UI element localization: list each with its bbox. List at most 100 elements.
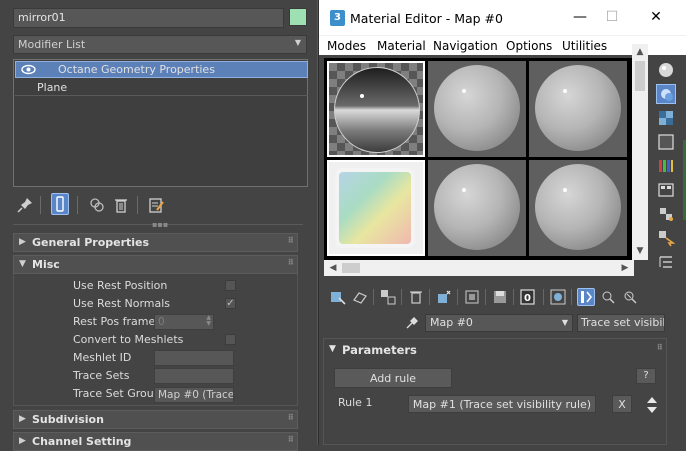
chevron-down-icon: ▼ bbox=[294, 38, 301, 47]
make-unique-icon[interactable] bbox=[87, 195, 107, 215]
background-icon[interactable] bbox=[656, 108, 676, 128]
stack-item-label: Plane bbox=[37, 81, 68, 94]
scroll-left-icon[interactable]: ◀ bbox=[326, 262, 340, 274]
material-map-options-icon[interactable] bbox=[656, 204, 676, 224]
sphere-highlight bbox=[563, 188, 567, 192]
eye-icon[interactable] bbox=[21, 63, 36, 76]
toolbar-separator bbox=[543, 289, 544, 305]
meshlet-id-field[interactable] bbox=[154, 350, 234, 366]
modifier-list-dropdown[interactable]: Modifier List ▼ bbox=[13, 35, 307, 54]
rest-pos-frame-label: Rest Pos frame bbox=[73, 315, 156, 328]
assign-material-icon[interactable] bbox=[379, 288, 397, 306]
spinner-arrows-icon[interactable]: ▲ ▼ bbox=[206, 315, 211, 327]
parameters-rollout: ▼ Parameters ⠿ Add rule ? Rule 1 Map #1 … bbox=[323, 338, 667, 445]
pin-stack-icon[interactable] bbox=[15, 195, 35, 215]
go-forward-to-sibling-icon[interactable] bbox=[621, 288, 639, 306]
select-by-material-icon[interactable] bbox=[656, 228, 676, 248]
trash-icon[interactable] bbox=[111, 195, 131, 215]
trace-set-group-button[interactable]: Map #0 (Trace se bbox=[154, 387, 234, 403]
side-toolbar bbox=[652, 58, 682, 278]
menu-bar: Modes Material Navigation Options Utilit… bbox=[319, 35, 686, 55]
menu-options[interactable]: Options bbox=[506, 39, 552, 53]
scroll-thumb[interactable] bbox=[342, 263, 360, 273]
toolbar-separator bbox=[571, 289, 572, 305]
menu-modes[interactable]: Modes bbox=[327, 39, 366, 53]
scroll-right-icon[interactable]: ▶ bbox=[618, 262, 632, 274]
parameters-rollout-header[interactable]: ▼ Parameters ⠿ bbox=[324, 339, 666, 359]
material-navigator-icon[interactable] bbox=[656, 252, 676, 272]
sample-slot-3[interactable] bbox=[529, 61, 627, 157]
sample-slot-4[interactable] bbox=[327, 160, 425, 256]
reset-map-trash-icon[interactable] bbox=[407, 288, 425, 306]
stack-toolbar bbox=[13, 193, 308, 217]
toolbar-separator bbox=[429, 289, 430, 305]
title-bar[interactable]: 3 Material Editor - Map #0 — ☐ ✕ bbox=[319, 0, 686, 35]
use-rest-normals-checkbox[interactable]: ✓ bbox=[225, 298, 236, 309]
map-type-button[interactable]: Trace set visibility bbox=[577, 314, 665, 332]
minimize-button[interactable]: — bbox=[565, 7, 595, 29]
make-unique-icon[interactable] bbox=[463, 288, 481, 306]
sphere-highlight bbox=[462, 89, 466, 93]
map-preview bbox=[335, 168, 415, 248]
get-material-icon[interactable] bbox=[329, 288, 347, 306]
rule-1-remove-button[interactable]: X bbox=[612, 395, 632, 413]
scroll-up-icon[interactable]: ▲ bbox=[634, 46, 646, 58]
sphere-preview bbox=[535, 164, 621, 250]
video-color-check-icon[interactable] bbox=[656, 156, 676, 176]
sphere-highlight bbox=[462, 188, 466, 192]
menu-utilities[interactable]: Utilities bbox=[562, 39, 607, 53]
slot-horizontal-scrollbar[interactable]: ◀ ▶ bbox=[324, 260, 634, 276]
eyedropper-icon[interactable] bbox=[405, 316, 419, 330]
backlight-icon[interactable] bbox=[656, 84, 676, 104]
put-material-to-scene-icon[interactable] bbox=[351, 288, 369, 306]
help-button[interactable]: ? bbox=[636, 368, 656, 384]
rule-1-map-button[interactable]: Map #1 (Trace set visibility rule) bbox=[408, 395, 596, 413]
convert-to-meshlets-checkbox[interactable] bbox=[225, 334, 236, 345]
rollout-title: Parameters bbox=[342, 343, 417, 357]
material-id-channel-icon[interactable]: 0 bbox=[519, 288, 537, 306]
object-name-field[interactable]: mirror01 bbox=[13, 8, 284, 28]
rest-pos-frame-spinner[interactable]: 0 ▲ ▼ bbox=[154, 314, 214, 330]
add-rule-button[interactable]: Add rule bbox=[334, 368, 452, 388]
map-name-value: Map #0 bbox=[430, 316, 473, 329]
reorder-arrows-icon[interactable] bbox=[646, 395, 658, 415]
object-color-swatch[interactable] bbox=[289, 8, 307, 26]
rollout-general-properties[interactable]: ▶ General Properties ⠿ bbox=[13, 233, 298, 252]
show-end-result-button[interactable] bbox=[51, 193, 69, 215]
sample-slot-1[interactable] bbox=[327, 61, 425, 157]
scroll-down-icon[interactable]: ▼ bbox=[634, 245, 646, 257]
sample-uv-tiling-icon[interactable] bbox=[656, 132, 676, 152]
rollout-misc[interactable]: ▼ Misc ⠿ bbox=[13, 255, 298, 274]
scroll-thumb[interactable] bbox=[635, 61, 645, 91]
sample-type-icon[interactable] bbox=[656, 60, 676, 80]
trace-set-group-label: Trace Set Group bbox=[73, 387, 161, 400]
rollout-channel-setting[interactable]: ▶ Channel Setting ⠿ bbox=[13, 432, 298, 451]
window-title: Material Editor - Map #0 bbox=[350, 11, 503, 26]
put-to-library-icon[interactable] bbox=[491, 288, 509, 306]
stack-item-octane-geometry-properties[interactable]: Octane Geometry Properties bbox=[15, 61, 308, 78]
show-end-result-button[interactable] bbox=[577, 288, 595, 306]
maximize-button[interactable]: ☐ bbox=[597, 7, 627, 29]
menu-material[interactable]: Material bbox=[377, 39, 426, 53]
map-name-dropdown[interactable]: Map #0 ▼ bbox=[425, 314, 573, 332]
sample-slot-2[interactable] bbox=[428, 61, 526, 157]
slot-vertical-scrollbar[interactable]: ▲ ▼ bbox=[632, 44, 648, 260]
sphere-highlight bbox=[563, 89, 567, 93]
configure-modifier-sets-icon[interactable] bbox=[146, 195, 166, 215]
grip-icon[interactable]: ▪▪▪ bbox=[152, 221, 168, 229]
sample-slot-5[interactable] bbox=[428, 160, 526, 256]
use-rest-position-checkbox[interactable] bbox=[225, 280, 236, 291]
trace-sets-field[interactable] bbox=[154, 368, 234, 384]
stack-item-plane[interactable]: Plane bbox=[15, 79, 308, 96]
sphere-preview bbox=[535, 65, 621, 151]
show-shaded-material-icon[interactable] bbox=[549, 288, 567, 306]
sphere-preview bbox=[434, 65, 520, 151]
close-button[interactable]: ✕ bbox=[641, 7, 671, 29]
sample-slot-6[interactable] bbox=[529, 160, 627, 256]
make-preview-icon[interactable] bbox=[656, 180, 676, 200]
toolbar-separator bbox=[457, 289, 458, 305]
make-material-copy-icon[interactable] bbox=[435, 288, 453, 306]
rollout-subdivision[interactable]: ▶ Subdivision ⠿ bbox=[13, 410, 298, 429]
menu-navigation[interactable]: Navigation bbox=[433, 39, 498, 53]
go-to-parent-icon[interactable] bbox=[599, 288, 617, 306]
